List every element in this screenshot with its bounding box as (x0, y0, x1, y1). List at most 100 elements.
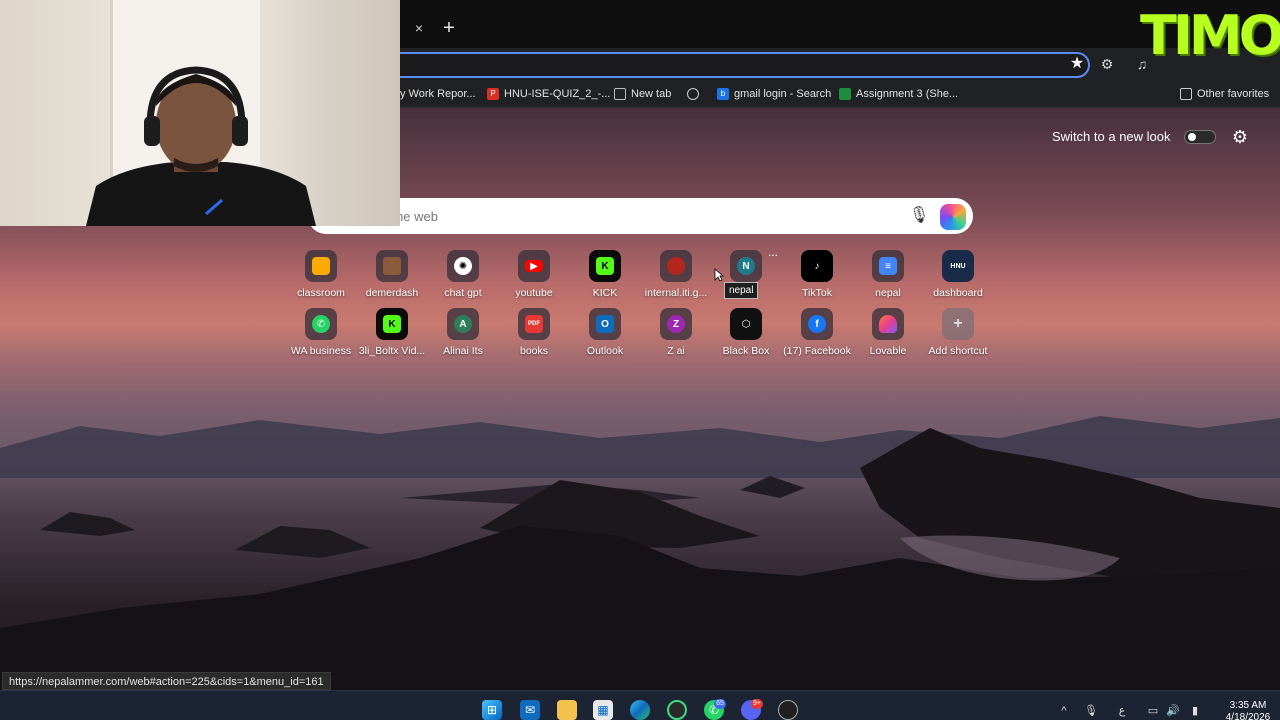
shortcut-internal-iti[interactable]: internal.iti.g... (642, 250, 710, 304)
chevron-up-icon[interactable]: ^ (1057, 704, 1071, 718)
island-landscape (0, 428, 1280, 690)
shortcut-classroom[interactable]: classroom (287, 250, 355, 304)
shortcut-youtube[interactable]: ▶ youtube (500, 250, 568, 304)
z-letter-icon: Z (660, 308, 692, 340)
address-bar[interactable] (300, 52, 1090, 78)
shortcut-tiktok[interactable]: ♪ TikTok (783, 250, 851, 304)
streamer-video (86, 66, 316, 226)
shortcut-wa-business[interactable]: ✆ WA business (287, 308, 355, 362)
hnu-icon: HNU (942, 250, 974, 282)
clock-date: 4/18/2026 (1225, 712, 1271, 720)
status-bar-url: https://nepalammer.com/web#action=225&ci… (2, 672, 331, 690)
shortcut-tooltip: nepal (724, 282, 759, 299)
shortcut-label: Z ai (667, 345, 685, 357)
whatsapp-icon: ✆ (305, 308, 337, 340)
openai-icon: ✺ (447, 250, 479, 282)
app-icon[interactable] (667, 700, 687, 720)
facebook-icon: f (801, 308, 833, 340)
clock-time: 3:35 AM (1229, 700, 1267, 711)
new-look-toggle[interactable] (1184, 130, 1216, 144)
shortcut-label: Add shortcut (928, 345, 988, 357)
file-explorer-icon[interactable] (557, 700, 577, 720)
switch-new-look-label: Switch to a new look (1052, 129, 1171, 144)
language-icon[interactable]: ع (1115, 704, 1129, 718)
copilot-icon[interactable] (940, 204, 966, 230)
kick-icon: K (589, 250, 621, 282)
tab-icon (614, 88, 626, 100)
game-icon[interactable] (778, 700, 798, 720)
windows-start-icon[interactable]: ⊞ (482, 700, 502, 720)
shortcut-nepal-docs[interactable]: ≡ nepal (854, 250, 922, 304)
plus-icon: + (942, 308, 974, 340)
bookmark-label: Assignment 3 (She... (856, 88, 959, 100)
bookmark-item[interactable]: New tab (614, 86, 671, 102)
battery-icon[interactable]: ▮ (1188, 704, 1202, 718)
settings-gear-icon[interactable]: ⚙ (1230, 127, 1250, 147)
bookmark-label: New tab (631, 88, 672, 100)
shortcut-lovable[interactable]: Lovable (854, 308, 922, 362)
shortcut-more-options-icon[interactable]: ... (766, 246, 780, 258)
microphone-icon[interactable]: 🎙 (909, 206, 929, 226)
bookmark-item[interactable]: b gmail login - Search (717, 86, 831, 102)
shortcut-label: youtube (515, 287, 553, 299)
lovable-icon (872, 308, 904, 340)
taskbar-clock[interactable]: 3:35 AM 4/18/2026 (1218, 700, 1278, 720)
a-letter-icon: A (447, 308, 479, 340)
network-icon[interactable]: ▭ (1146, 704, 1160, 718)
shortcut-z-ai[interactable]: Z Z ai (642, 308, 710, 362)
iti-icon (660, 250, 692, 282)
new-tab-button[interactable]: + (440, 18, 458, 38)
favorite-star-icon[interactable]: ★ (1068, 55, 1086, 73)
classroom-icon (305, 250, 337, 282)
search-input[interactable] (396, 209, 876, 225)
shortcut-kick[interactable]: K KICK (571, 250, 639, 304)
microphone-icon[interactable]: 🎙 (1084, 704, 1098, 718)
shortcut-label: Lovable (869, 345, 907, 357)
shortcut-black-box[interactable]: ⬡ Black Box (712, 308, 780, 362)
discord-badge: 9+ (751, 699, 763, 709)
webcam-overlay (0, 0, 400, 226)
bookmark-item[interactable]: P HNU-ISE-QUIZ_2_-... (487, 86, 610, 102)
shortcut-label: internal.iti.g... (644, 287, 708, 299)
shortcut-alinai[interactable]: A Alinai Its (429, 308, 497, 362)
edge-icon[interactable] (630, 700, 650, 720)
classroom-icon (839, 88, 851, 100)
shortcut-outlook[interactable]: O Outlook (571, 308, 639, 362)
store-icon[interactable]: ▦ (593, 700, 613, 720)
tab-close-icon[interactable]: × (411, 20, 427, 36)
shortcut-label: books (519, 345, 549, 357)
channel-watermark: TIMOO (1140, 6, 1280, 66)
shortcut-demerdash[interactable]: demerdash (358, 250, 426, 304)
bookmark-item[interactable]: Assignment 3 (She... (839, 86, 958, 102)
shortcut-dashboard[interactable]: HNU dashboard (924, 250, 992, 304)
bing-icon: b (717, 88, 729, 100)
shortcut-facebook[interactable]: f (17) Facebook (783, 308, 851, 362)
shortcut-books[interactable]: PDF books (500, 308, 568, 362)
extensions-icon[interactable]: ⚙ (1098, 55, 1116, 73)
bookmark-item[interactable] (687, 86, 699, 102)
shortcut-boltx[interactable]: K 3li_Boltx Vid... (358, 308, 426, 362)
other-favorites[interactable]: Other favorites (1180, 86, 1269, 102)
shortcut-label: Outlook (586, 345, 624, 357)
add-shortcut-button[interactable]: + Add shortcut (924, 308, 992, 362)
other-favorites-label: Other favorites (1197, 88, 1270, 100)
volume-icon[interactable]: 🔊 (1166, 704, 1180, 718)
shortcut-label: WA business (290, 345, 352, 357)
openai-icon (687, 88, 699, 100)
outlook-icon: O (589, 308, 621, 340)
avatar-icon (376, 250, 408, 282)
bookmark-item[interactable]: y Work Repor... (400, 86, 476, 102)
shortcut-label: KICK (592, 287, 618, 299)
youtube-icon: ▶ (518, 250, 550, 282)
shortcut-label: nepal (875, 287, 901, 299)
blackbox-icon: ⬡ (730, 308, 762, 340)
whatsapp-badge: 65 (714, 699, 726, 709)
folder-icon (1180, 88, 1192, 100)
shortcut-label: Black Box (722, 345, 770, 357)
shortcut-chat-gpt[interactable]: ✺ chat gpt (429, 250, 497, 304)
shortcut-label: (17) Facebook (783, 345, 851, 357)
shortcut-label: demerdash (365, 287, 419, 299)
pdf-icon: P (487, 88, 499, 100)
mail-icon[interactable]: ✉ (520, 700, 540, 720)
bookmark-label: y Work Repor... (400, 88, 476, 100)
